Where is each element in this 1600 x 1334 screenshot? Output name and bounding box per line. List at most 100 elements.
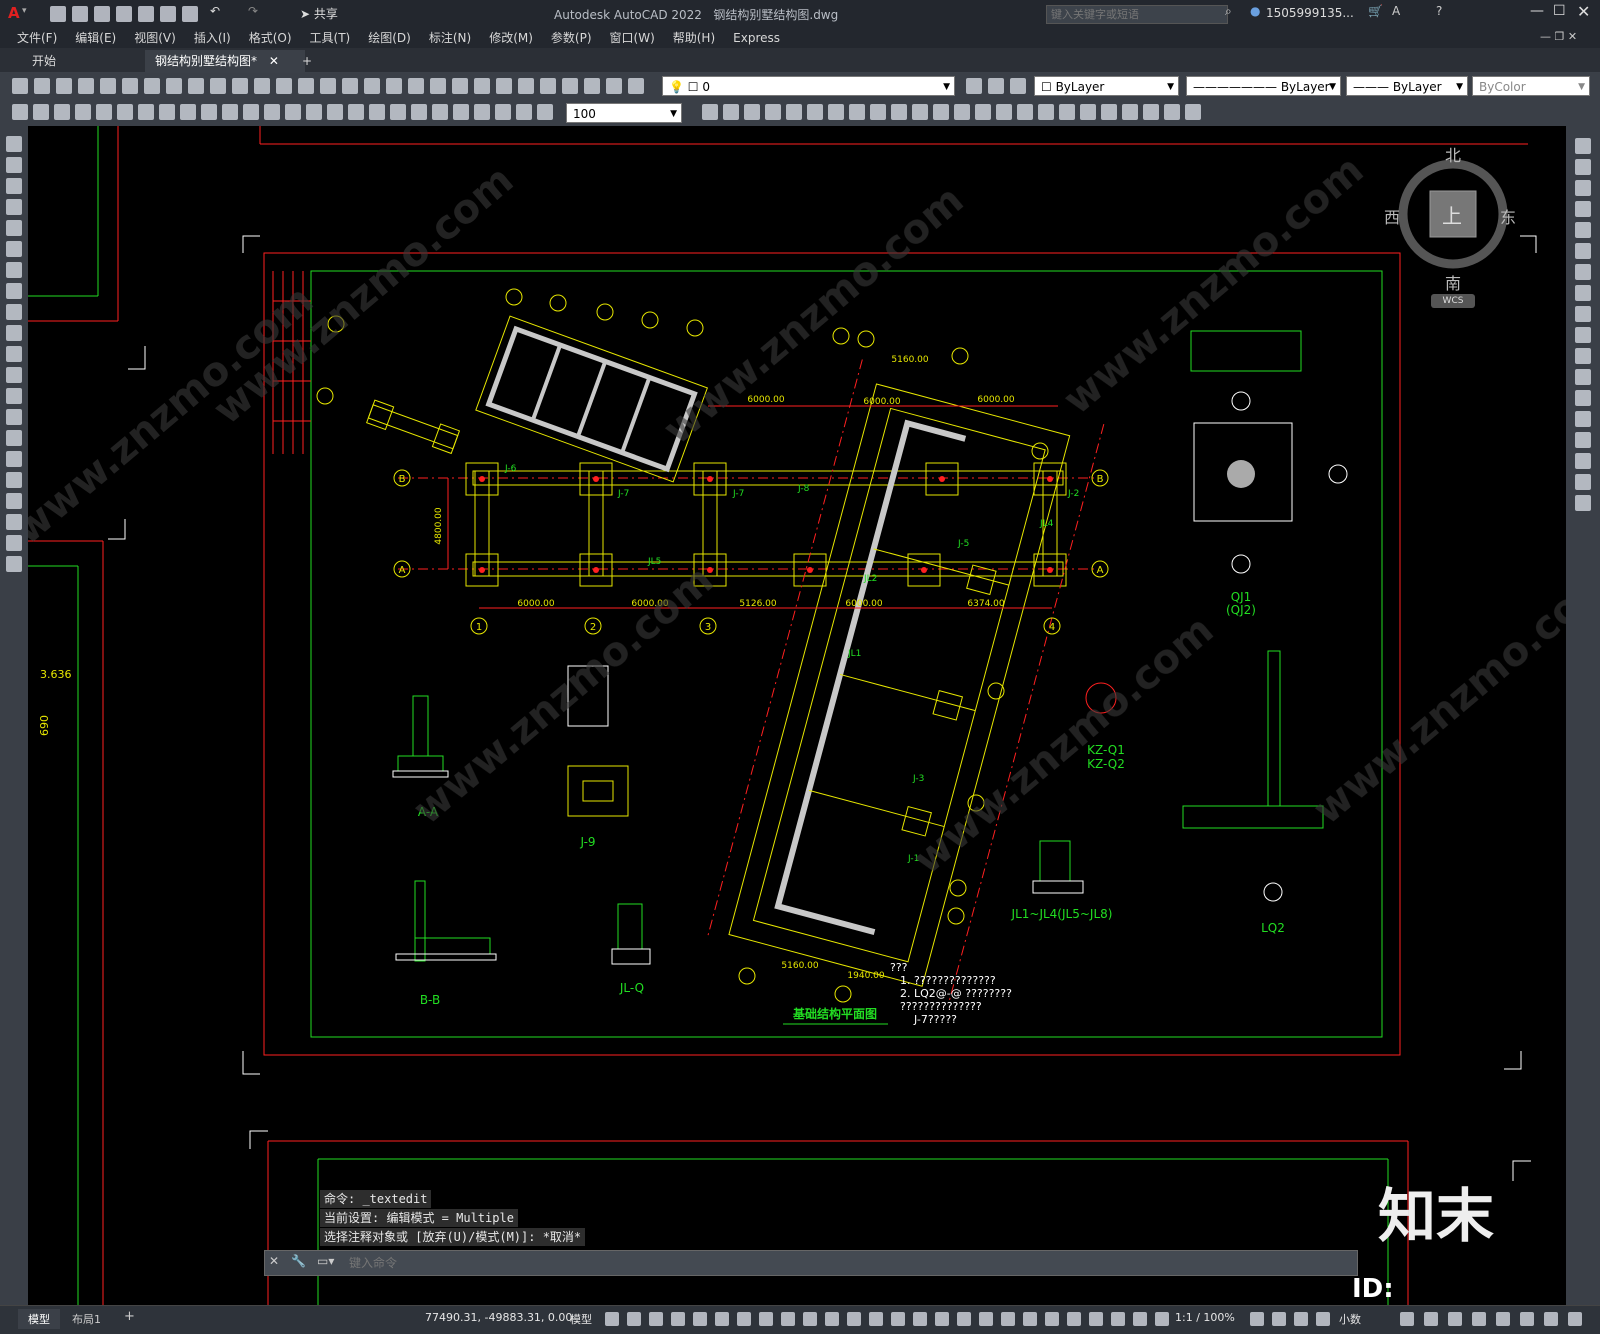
toolbar1-26-icon[interactable]	[584, 78, 600, 94]
toolbar2-28-icon[interactable]	[744, 104, 760, 120]
status-toggle-1045-icon[interactable]	[1045, 1312, 1059, 1326]
tab-add-button[interactable]: +	[292, 50, 322, 72]
status-toggle-891-icon[interactable]	[891, 1312, 905, 1326]
modify-tool-12-icon[interactable]	[1575, 390, 1591, 406]
modify-tool-13-icon[interactable]	[1575, 411, 1591, 427]
toolbar2-20-icon[interactable]	[432, 104, 448, 120]
toolbar2-21-icon[interactable]	[453, 104, 469, 120]
toolbar1-20-icon[interactable]	[452, 78, 468, 94]
modify-tool-11-icon[interactable]	[1575, 369, 1591, 385]
redo-icon[interactable]: ↷	[248, 4, 258, 18]
minimize-button[interactable]: —	[1530, 3, 1544, 19]
status-toggle-715-icon[interactable]	[715, 1312, 729, 1326]
toolbar2-11-icon[interactable]	[243, 104, 259, 120]
plotstyle-dropdown[interactable]: ByColor ▼	[1472, 76, 1590, 96]
draw-tool-0-icon[interactable]	[6, 136, 22, 152]
toolbar2-17-icon[interactable]	[369, 104, 385, 120]
toolbar1-6-icon[interactable]	[144, 78, 160, 94]
status-toggle-627-icon[interactable]	[627, 1312, 641, 1326]
autocad-logo-icon[interactable]: A	[8, 4, 20, 22]
modify-tool-17-icon[interactable]	[1575, 495, 1591, 511]
toolbar1-1-icon[interactable]	[34, 78, 50, 94]
open-web-icon[interactable]	[138, 6, 154, 22]
toolbar1-3-icon[interactable]	[78, 78, 94, 94]
undo-icon[interactable]: ↶	[210, 4, 220, 18]
toolbar2-47-icon[interactable]	[1143, 104, 1159, 120]
toolbar2-6-icon[interactable]	[138, 104, 154, 120]
status-toggle-1067-icon[interactable]	[1067, 1312, 1081, 1326]
toolbar2-4-icon[interactable]	[96, 104, 112, 120]
toolbar1-12-icon[interactable]	[276, 78, 292, 94]
toolbar2-30-icon[interactable]	[786, 104, 802, 120]
status-extra-1568-icon[interactable]	[1568, 1312, 1582, 1326]
draw-tool-12-icon[interactable]	[6, 388, 22, 404]
menu-item-12[interactable]: Express	[724, 28, 789, 48]
status-toggle-935-icon[interactable]	[935, 1312, 949, 1326]
toolbar1-19-icon[interactable]	[430, 78, 446, 94]
modify-tool-7-icon[interactable]	[1575, 285, 1591, 301]
status-toggle-1089-icon[interactable]	[1089, 1312, 1103, 1326]
toolbar2-35-icon[interactable]	[891, 104, 907, 120]
menu-item-3[interactable]: 插入(I)	[185, 28, 240, 48]
tab-close-icon[interactable]: ✕	[269, 54, 279, 68]
toolbar2-45-icon[interactable]	[1101, 104, 1117, 120]
toolbar2-29-icon[interactable]	[765, 104, 781, 120]
toolbar2-41-icon[interactable]	[1017, 104, 1033, 120]
toolbar1-0-icon[interactable]	[12, 78, 28, 94]
view-cube[interactable]: 北 南 东 西 上	[1384, 146, 1516, 293]
lineweight-dropdown[interactable]: ——— ByLayer ▼	[1346, 76, 1468, 96]
status-tool-1250-icon[interactable]	[1250, 1312, 1264, 1326]
doc-window-controls[interactable]: — ❐ ✕	[1540, 30, 1577, 43]
toolbar1-11-icon[interactable]	[254, 78, 270, 94]
toolbar1-18-icon[interactable]	[408, 78, 424, 94]
modify-tool-5-icon[interactable]	[1575, 243, 1591, 259]
toolbar1-2-icon[interactable]	[56, 78, 72, 94]
command-prompt-icon[interactable]: ▭▾	[317, 1254, 334, 1268]
toolbar1-23-icon[interactable]	[518, 78, 534, 94]
status-toggle-737-icon[interactable]	[737, 1312, 751, 1326]
toolbar2-38-icon[interactable]	[954, 104, 970, 120]
draw-tool-10-icon[interactable]	[6, 346, 22, 362]
menu-item-6[interactable]: 绘图(D)	[359, 28, 420, 48]
toolbar2-0-icon[interactable]	[12, 104, 28, 120]
toolbar1-30-icon[interactable]	[988, 78, 1004, 94]
toolbar2-46-icon[interactable]	[1122, 104, 1138, 120]
share-button[interactable]: ➤ 共享	[300, 5, 338, 22]
toolbar1-17-icon[interactable]	[386, 78, 402, 94]
toolbar2-14-icon[interactable]	[306, 104, 322, 120]
tab-add-layout[interactable]: +	[124, 1309, 135, 1324]
new-file-icon[interactable]	[50, 6, 66, 22]
toolbar1-29-icon[interactable]	[966, 78, 982, 94]
toolbar2-3-icon[interactable]	[75, 104, 91, 120]
toolbar1-5-icon[interactable]	[122, 78, 138, 94]
toolbar2-16-icon[interactable]	[348, 104, 364, 120]
draw-tool-8-icon[interactable]	[6, 304, 22, 320]
modify-tool-10-icon[interactable]	[1575, 348, 1591, 364]
command-customize-icon[interactable]: 🔧	[291, 1254, 306, 1268]
autodesk-account-icon[interactable]: A	[1392, 4, 1400, 18]
draw-tool-17-icon[interactable]	[6, 493, 22, 509]
toolbar2-44-icon[interactable]	[1080, 104, 1096, 120]
draw-tool-5-icon[interactable]	[6, 241, 22, 257]
toolbar1-10-icon[interactable]	[232, 78, 248, 94]
status-toggle-979-icon[interactable]	[979, 1312, 993, 1326]
modify-tool-0-icon[interactable]	[1575, 138, 1591, 154]
save-as-icon[interactable]	[116, 6, 132, 22]
toolbar2-33-icon[interactable]	[849, 104, 865, 120]
command-close-icon[interactable]: ✕	[269, 1254, 279, 1268]
draw-tool-19-icon[interactable]	[6, 535, 22, 551]
toolbar2-37-icon[interactable]	[933, 104, 949, 120]
menu-item-7[interactable]: 标注(N)	[420, 28, 480, 48]
toolbar2-5-icon[interactable]	[117, 104, 133, 120]
status-toggle-605-icon[interactable]	[605, 1312, 619, 1326]
maximize-button[interactable]: ☐	[1553, 3, 1566, 19]
toolbar2-13-icon[interactable]	[285, 104, 301, 120]
draw-tool-20-icon[interactable]	[6, 556, 22, 572]
toolbar2-42-icon[interactable]	[1038, 104, 1054, 120]
draw-tool-7-icon[interactable]	[6, 283, 22, 299]
toolbar1-16-icon[interactable]	[364, 78, 380, 94]
modify-tool-14-icon[interactable]	[1575, 432, 1591, 448]
status-toggle-1001-icon[interactable]	[1001, 1312, 1015, 1326]
help-icon[interactable]: ?	[1436, 4, 1442, 18]
draw-tool-2-icon[interactable]	[6, 178, 22, 194]
